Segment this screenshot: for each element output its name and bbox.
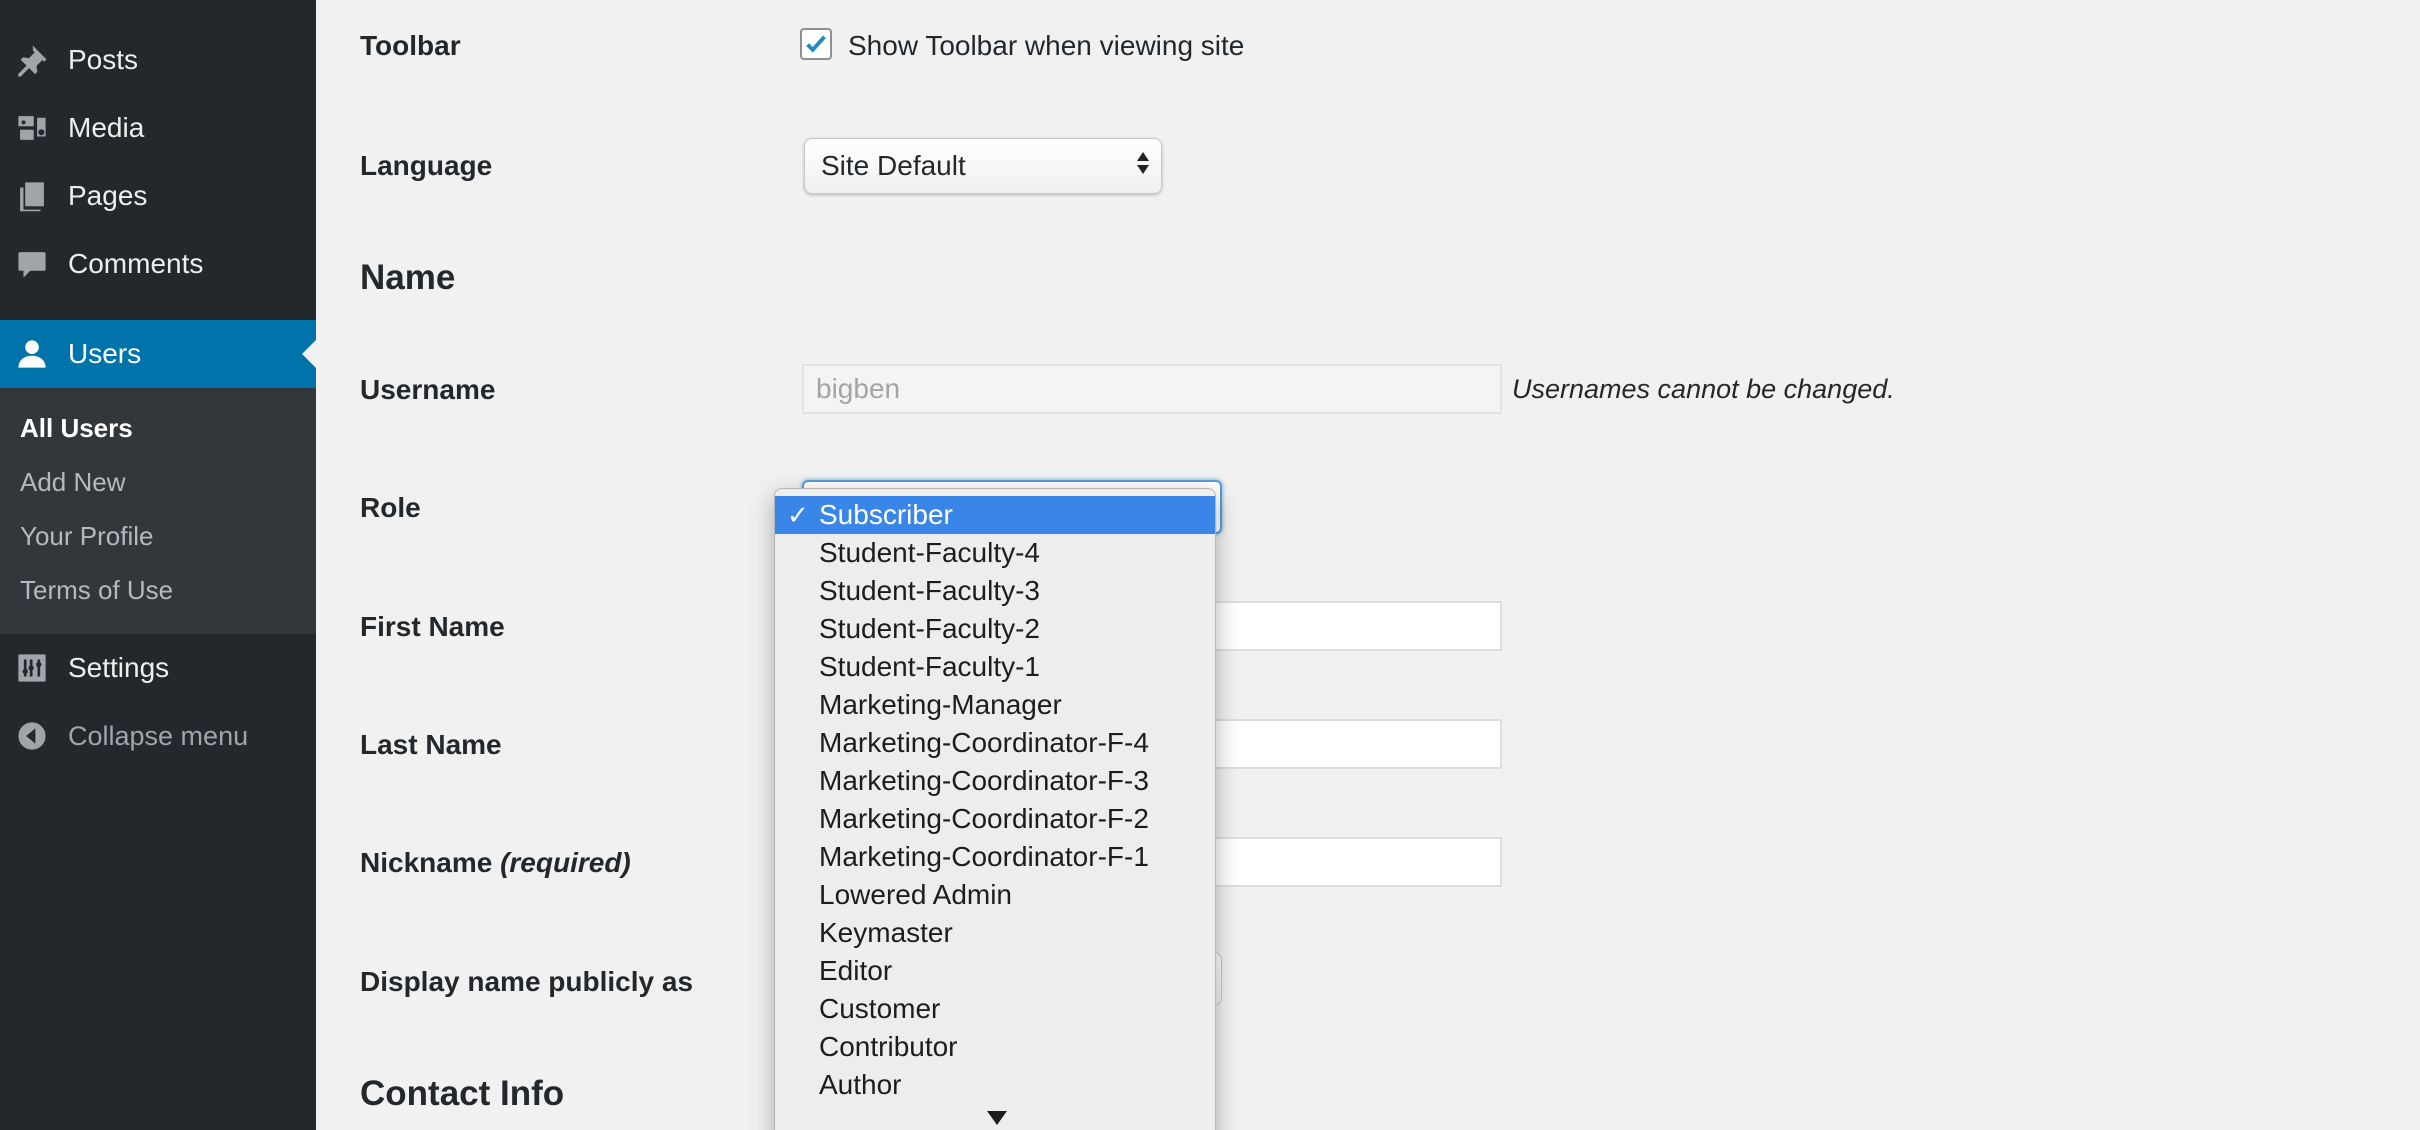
role-option[interactable]: Student-Faculty-4 (775, 534, 1215, 572)
admin-sidebar: Posts Media Pages Comments Users All Use… (0, 0, 316, 1130)
sidebar-item-label: Users (68, 338, 142, 369)
submenu-terms-of-use[interactable]: Terms of Use (20, 575, 173, 606)
sidebar-item-label: Pages (68, 180, 148, 211)
sidebar-item-settings[interactable]: Settings (0, 634, 316, 702)
sidebar-item-posts[interactable]: Posts (0, 26, 316, 94)
role-option[interactable]: Author (775, 1066, 1215, 1104)
sidebar-item-media[interactable]: Media (0, 94, 316, 162)
role-option[interactable]: Marketing-Manager (775, 686, 1215, 724)
role-option[interactable]: Marketing-Coordinator-F-1 (775, 838, 1215, 876)
submenu-add-new[interactable]: Add New (20, 467, 126, 498)
role-option[interactable]: Student-Faculty-3 (775, 572, 1215, 610)
role-option[interactable]: Student-Faculty-2 (775, 610, 1215, 648)
pin-icon (14, 42, 50, 78)
role-option[interactable]: Marketing-Coordinator-F-2 (775, 800, 1215, 838)
role-dropdown-list: ✓ Subscriber Student-Faculty-4 Student-F… (774, 488, 1216, 1130)
sidebar-item-label: Posts (68, 44, 139, 75)
last-name-label: Last Name (360, 729, 502, 760)
pages-icon (14, 178, 50, 214)
first-name-label: First Name (360, 611, 505, 642)
user-icon (14, 336, 50, 372)
role-option[interactable]: Editor (775, 952, 1215, 990)
role-option[interactable]: Contributor (775, 1028, 1215, 1066)
scroll-down-arrow-icon[interactable] (987, 1111, 1007, 1125)
sidebar-item-label: Media (68, 112, 145, 143)
role-option[interactable]: Customer (775, 990, 1215, 1028)
show-toolbar-checkbox[interactable] (800, 28, 832, 60)
contact-info-heading: Contact Info (360, 1074, 565, 1113)
collapse-menu-button[interactable]: Collapse menu (0, 702, 316, 770)
settings-icon (14, 650, 50, 686)
sidebar-item-comments[interactable]: Comments (0, 230, 316, 298)
role-option[interactable]: Marketing-Coordinator-F-4 (775, 724, 1215, 762)
checkmark-icon (806, 35, 826, 53)
show-toolbar-label[interactable]: Show Toolbar when viewing site (848, 30, 1244, 62)
submenu-all-users[interactable]: All Users (20, 413, 133, 444)
username-value: bigben (816, 373, 901, 404)
submenu-your-profile[interactable]: Your Profile (20, 521, 153, 552)
sidebar-item-label: Settings (68, 652, 170, 683)
role-option[interactable]: Keymaster (775, 914, 1215, 952)
display-name-label: Display name publicly as (360, 966, 694, 997)
username-hint: Usernames cannot be changed. (1512, 374, 1895, 404)
nickname-label-text: Nickname (360, 847, 493, 878)
role-label: Role (360, 492, 421, 523)
sidebar-item-pages[interactable]: Pages (0, 162, 316, 230)
role-option[interactable]: Marketing-Coordinator-F-3 (775, 762, 1215, 800)
role-option-label: Subscriber (819, 499, 953, 530)
users-submenu: All Users Add New Your Profile Terms of … (0, 388, 316, 634)
role-option[interactable]: Student-Faculty-1 (775, 648, 1215, 686)
check-icon: ✓ (787, 499, 809, 530)
toolbar-label: Toolbar (360, 30, 461, 61)
required-marker: (required) (500, 847, 631, 878)
collapse-menu-label: Collapse menu (68, 720, 249, 751)
role-option-subscriber[interactable]: ✓ Subscriber (775, 496, 1215, 534)
role-option[interactable]: Lowered Admin (775, 876, 1215, 914)
collapse-icon (14, 718, 50, 754)
language-select[interactable]: Site Default (804, 138, 1162, 194)
language-select-value: Site Default (821, 150, 966, 181)
language-label: Language (360, 150, 493, 181)
name-section-heading: Name (360, 258, 456, 297)
username-field: bigben (802, 364, 1502, 414)
sidebar-item-users[interactable]: Users (0, 320, 316, 388)
sidebar-item-label: Comments (68, 248, 204, 279)
media-icon (14, 110, 50, 146)
nickname-label: Nickname (required) (360, 847, 631, 879)
comment-icon (14, 246, 50, 282)
username-label: Username (360, 374, 496, 405)
select-arrows-icon (1137, 152, 1149, 174)
